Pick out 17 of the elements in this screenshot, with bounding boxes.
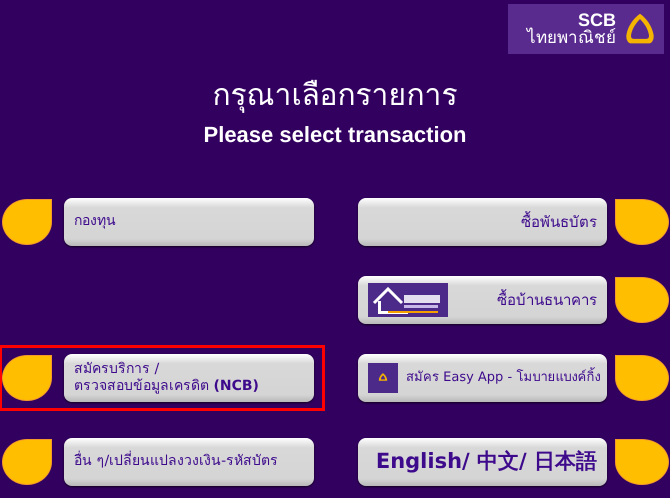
leaf-key-icon[interactable]: [2, 438, 52, 484]
menu-button[interactable]: กองทุน: [64, 198, 314, 246]
leaf-key-icon[interactable]: [2, 199, 52, 245]
menu-button[interactable]: สมัคร Easy App - โมบายแบงค์กิ้ง: [358, 354, 607, 402]
menu-button[interactable]: สมัครบริการ / ตรวจสอบข้อมูลเครดิต (NCB): [64, 354, 314, 402]
menu-button[interactable]: English/ 中文/ 日本語: [358, 438, 607, 486]
leaf-key-icon[interactable]: [615, 277, 669, 323]
leaf-key-icon[interactable]: [2, 355, 52, 401]
app-icon: [368, 363, 398, 393]
menu-button[interactable]: ซื้อพันธบัตร: [358, 198, 607, 246]
menu-button[interactable]: ซื้อบ้านธนาคาร: [358, 276, 607, 324]
leaf-key-icon[interactable]: [615, 355, 669, 401]
leaf-key-icon[interactable]: [615, 438, 669, 484]
menu-button[interactable]: อื่น ๆ/เปลี่ยนแปลงวงเงิน-รหัสบัตร: [64, 438, 314, 486]
leaf-key-icon[interactable]: [615, 199, 669, 245]
screen-title: กรุณาเลือกรายการ: [212, 77, 458, 115]
screen-subtitle: Please select transaction: [202, 122, 468, 149]
